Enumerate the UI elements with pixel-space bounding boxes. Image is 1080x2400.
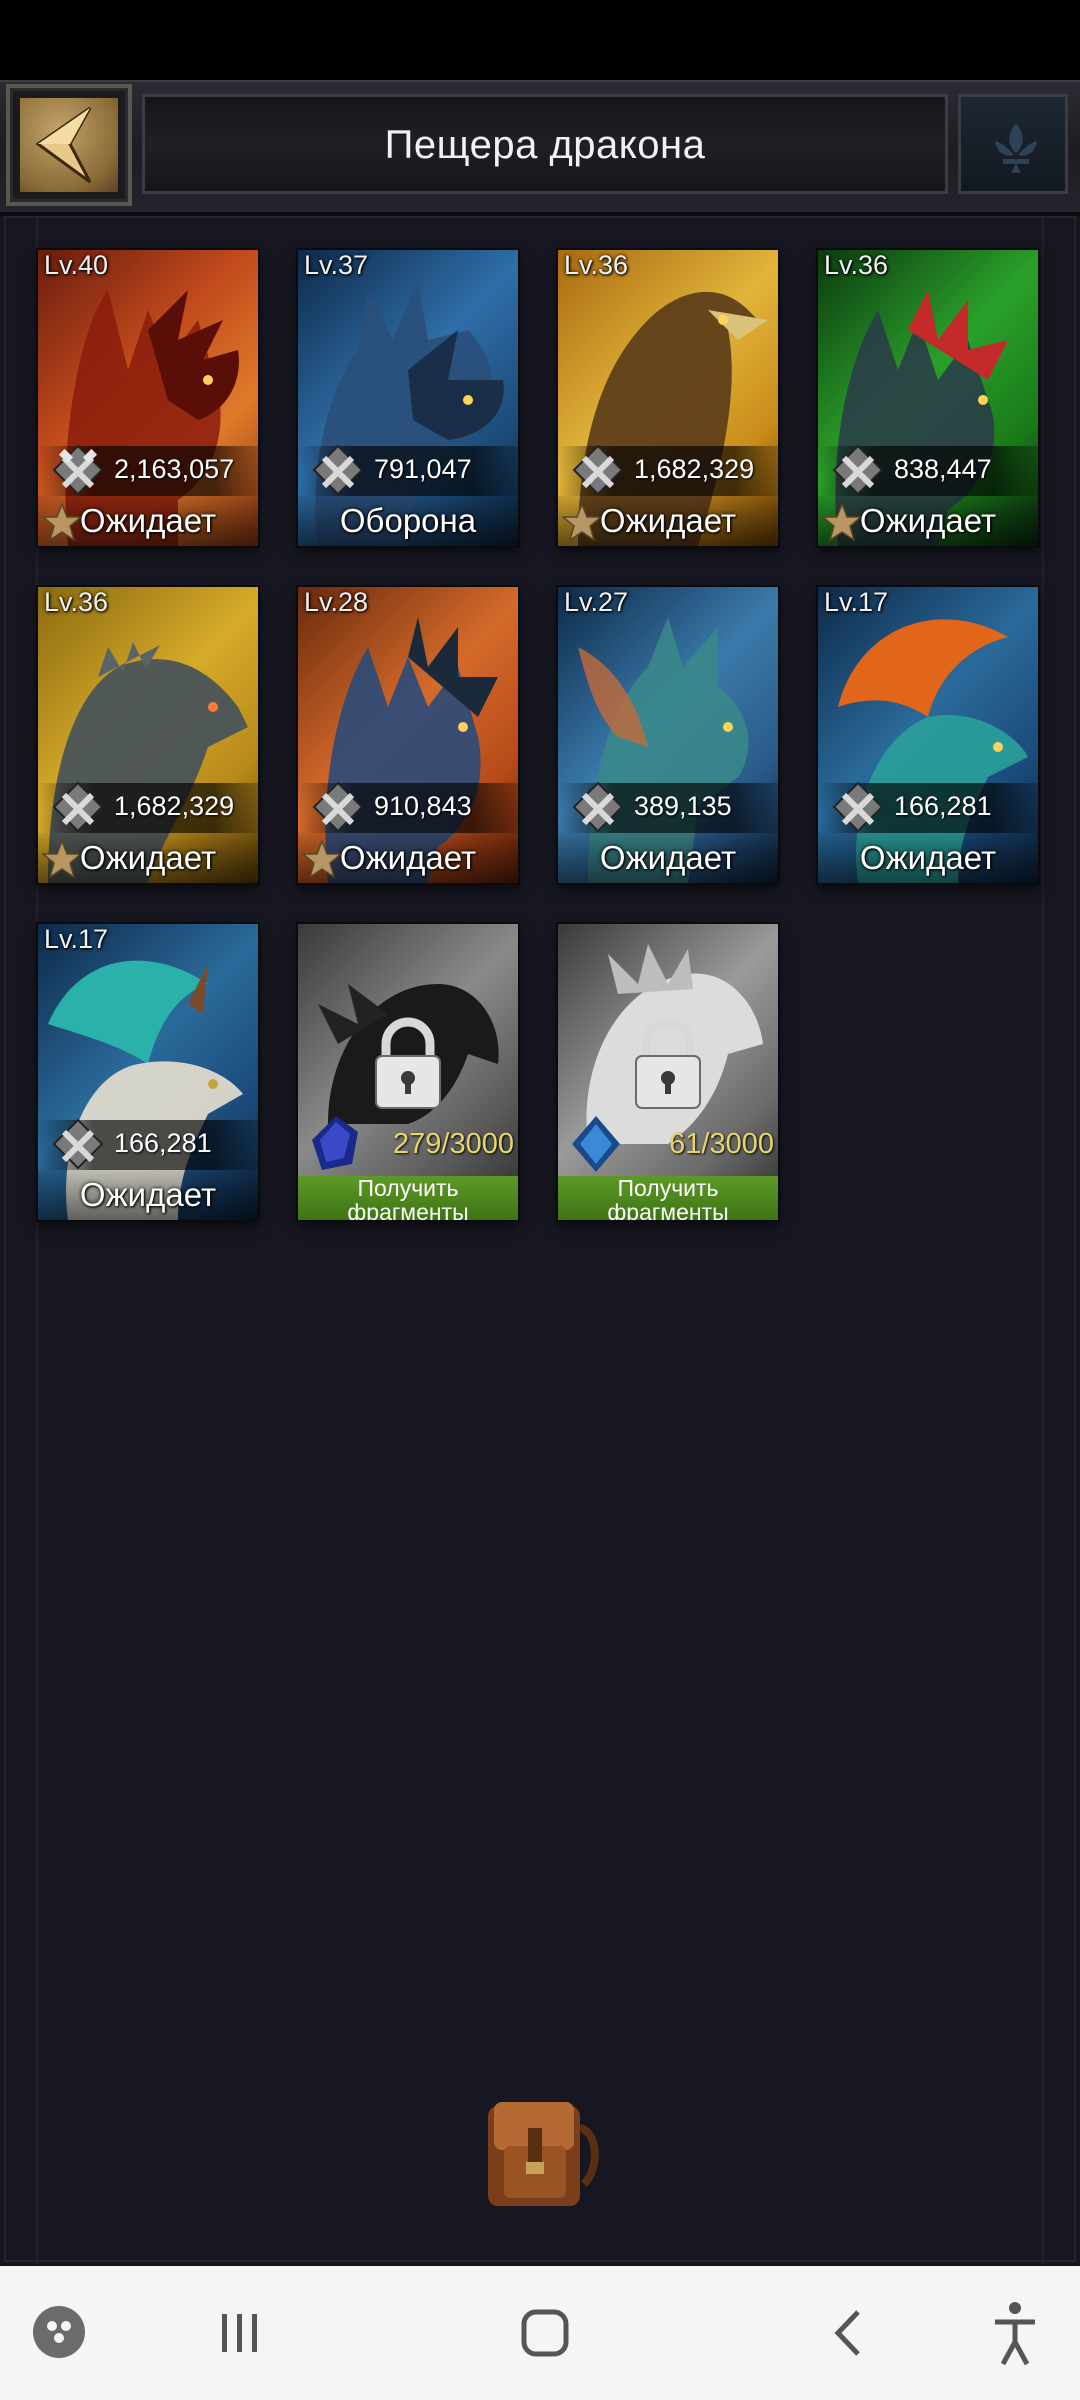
dragon-level: Lv.37 xyxy=(304,250,369,280)
dragon-card[interactable]: Lv.37 791,047 Оборона xyxy=(298,250,518,546)
fragment-count: 279/3000 xyxy=(393,1128,514,1160)
crossed-hammers-icon xyxy=(52,1118,104,1170)
dragon-card[interactable]: Lv.17 166,281 Ожидает xyxy=(38,924,258,1220)
dragon-card[interactable]: Lv.36 838,447 Ожидает xyxy=(818,250,1038,546)
dragon-status: Ожидает xyxy=(79,502,217,539)
status-row: Ожидает xyxy=(558,496,778,546)
dragon-level: Lv.36 xyxy=(564,250,629,280)
fragment-count: 61/3000 xyxy=(669,1128,774,1160)
status-row: Ожидает xyxy=(38,1170,258,1220)
get-fragments-button[interactable]: Получить фрагменты xyxy=(558,1176,778,1220)
blue-fragment-icon xyxy=(572,1116,620,1172)
dragon-power: 838,447 xyxy=(894,454,992,484)
dragon-power: 910,843 xyxy=(374,791,472,821)
navigation-bar xyxy=(0,2266,1080,2400)
status-row: Оборона xyxy=(298,496,518,546)
dragon-level: Lv.28 xyxy=(304,587,369,617)
power-row: 838,447 xyxy=(818,444,1038,496)
power-row: 389,135 xyxy=(558,781,778,833)
power-row: 166,281 xyxy=(38,1118,258,1170)
status-row: Ожидает xyxy=(558,833,778,883)
title-frame: Пещера дракона xyxy=(142,94,948,194)
dragon-power: 166,281 xyxy=(894,791,992,821)
game-launcher-icon[interactable] xyxy=(24,2266,94,2400)
dragon-card[interactable]: Lv.36 1,682,329 Ожидает xyxy=(38,587,258,883)
dragon-power: 1,682,329 xyxy=(114,791,235,821)
button-label-line2: фрагменты xyxy=(607,1199,729,1220)
back-button[interactable] xyxy=(6,84,132,206)
status-row: Ожидает xyxy=(818,496,1038,546)
corner-button[interactable] xyxy=(958,94,1068,194)
dragon-level: Lv.36 xyxy=(44,587,109,617)
dragon-status: Ожидает xyxy=(599,502,737,539)
power-row: 1,682,329 xyxy=(38,781,258,833)
dragon-power: 166,281 xyxy=(114,1128,212,1158)
header: Пещера дракона xyxy=(0,80,1080,216)
dragon-status: Ожидает xyxy=(79,839,217,876)
status-row: Ожидает xyxy=(38,496,258,546)
dragon-power: 791,047 xyxy=(374,454,472,484)
page-title: Пещера дракона xyxy=(384,123,706,167)
dragon-power: 1,682,329 xyxy=(634,454,755,484)
crossed-hammers-icon xyxy=(52,444,104,496)
status-row: Ожидает xyxy=(38,833,258,883)
status-row: Ожидает xyxy=(298,833,518,883)
status-row: Ожидает xyxy=(818,833,1038,883)
back-nav-icon[interactable] xyxy=(820,2266,880,2400)
dragon-card[interactable]: Lv.36 1,682,329 Ожидает xyxy=(558,250,778,546)
dragon-status: Ожидает xyxy=(859,502,997,539)
button-label-line2: фрагменты xyxy=(347,1199,469,1220)
locked-dragon-card[interactable]: 279/3000 Получить фрагменты xyxy=(298,924,518,1220)
dragon-status: Ожидает xyxy=(599,839,737,876)
dragon-level: Lv.27 xyxy=(564,587,629,617)
get-fragments-button[interactable]: Получить фрагменты xyxy=(298,1176,518,1220)
dragon-level: Lv.17 xyxy=(824,587,889,617)
dragon-level: Lv.36 xyxy=(824,250,889,280)
power-row: 2,163,057 xyxy=(38,444,258,496)
crossed-hammers-icon xyxy=(312,444,364,496)
accessibility-icon[interactable] xyxy=(985,2266,1045,2400)
button-label-line1: Получить xyxy=(357,1175,459,1201)
locked-dragon-card[interactable]: 61/3000 Получить фрагменты xyxy=(558,924,778,1220)
button-label-line1: Получить xyxy=(617,1175,719,1201)
crossed-hammers-icon xyxy=(832,781,884,833)
dragon-card[interactable]: Lv.27 389,135 Ожидает xyxy=(558,587,778,883)
recent-apps-icon[interactable] xyxy=(210,2266,270,2400)
dragon-status: Ожидает xyxy=(79,1176,217,1213)
power-row: 1,682,329 xyxy=(558,444,778,496)
power-row: 791,047 xyxy=(298,444,518,496)
dragon-status: Оборона xyxy=(339,502,477,539)
dragon-power: 389,135 xyxy=(634,791,732,821)
crossed-hammers-icon xyxy=(832,444,884,496)
dragon-level: Lv.40 xyxy=(44,250,109,280)
dragon-status: Ожидает xyxy=(859,839,997,876)
back-arrow-icon xyxy=(35,106,92,184)
dragon-card[interactable]: Lv.17 166,281 Ожидает xyxy=(818,587,1038,883)
crossed-hammers-icon xyxy=(312,781,364,833)
home-icon[interactable] xyxy=(510,2266,580,2400)
crossed-hammers-icon xyxy=(572,781,624,833)
dragon-card[interactable]: Lv.28 910,843 Ожидает xyxy=(298,587,518,883)
power-row: 166,281 xyxy=(818,781,1038,833)
padlock-icon xyxy=(375,1017,441,1109)
dragon-power: 2,163,057 xyxy=(114,454,235,484)
crossed-hammers-icon xyxy=(572,444,624,496)
blue-fragment-icon xyxy=(312,1116,358,1170)
status-bar xyxy=(0,0,1080,80)
dragon-card[interactable]: Lv.40 2,163,057 Ожидает xyxy=(38,250,258,546)
power-row: 910,843 xyxy=(298,781,518,833)
crossed-hammers-icon xyxy=(52,781,104,833)
dragon-status: Ожидает xyxy=(339,839,477,876)
padlock-icon xyxy=(635,1017,701,1109)
fleur-icon xyxy=(995,123,1037,173)
dragon-level: Lv.17 xyxy=(44,924,109,954)
backpack-icon[interactable] xyxy=(474,2088,608,2212)
